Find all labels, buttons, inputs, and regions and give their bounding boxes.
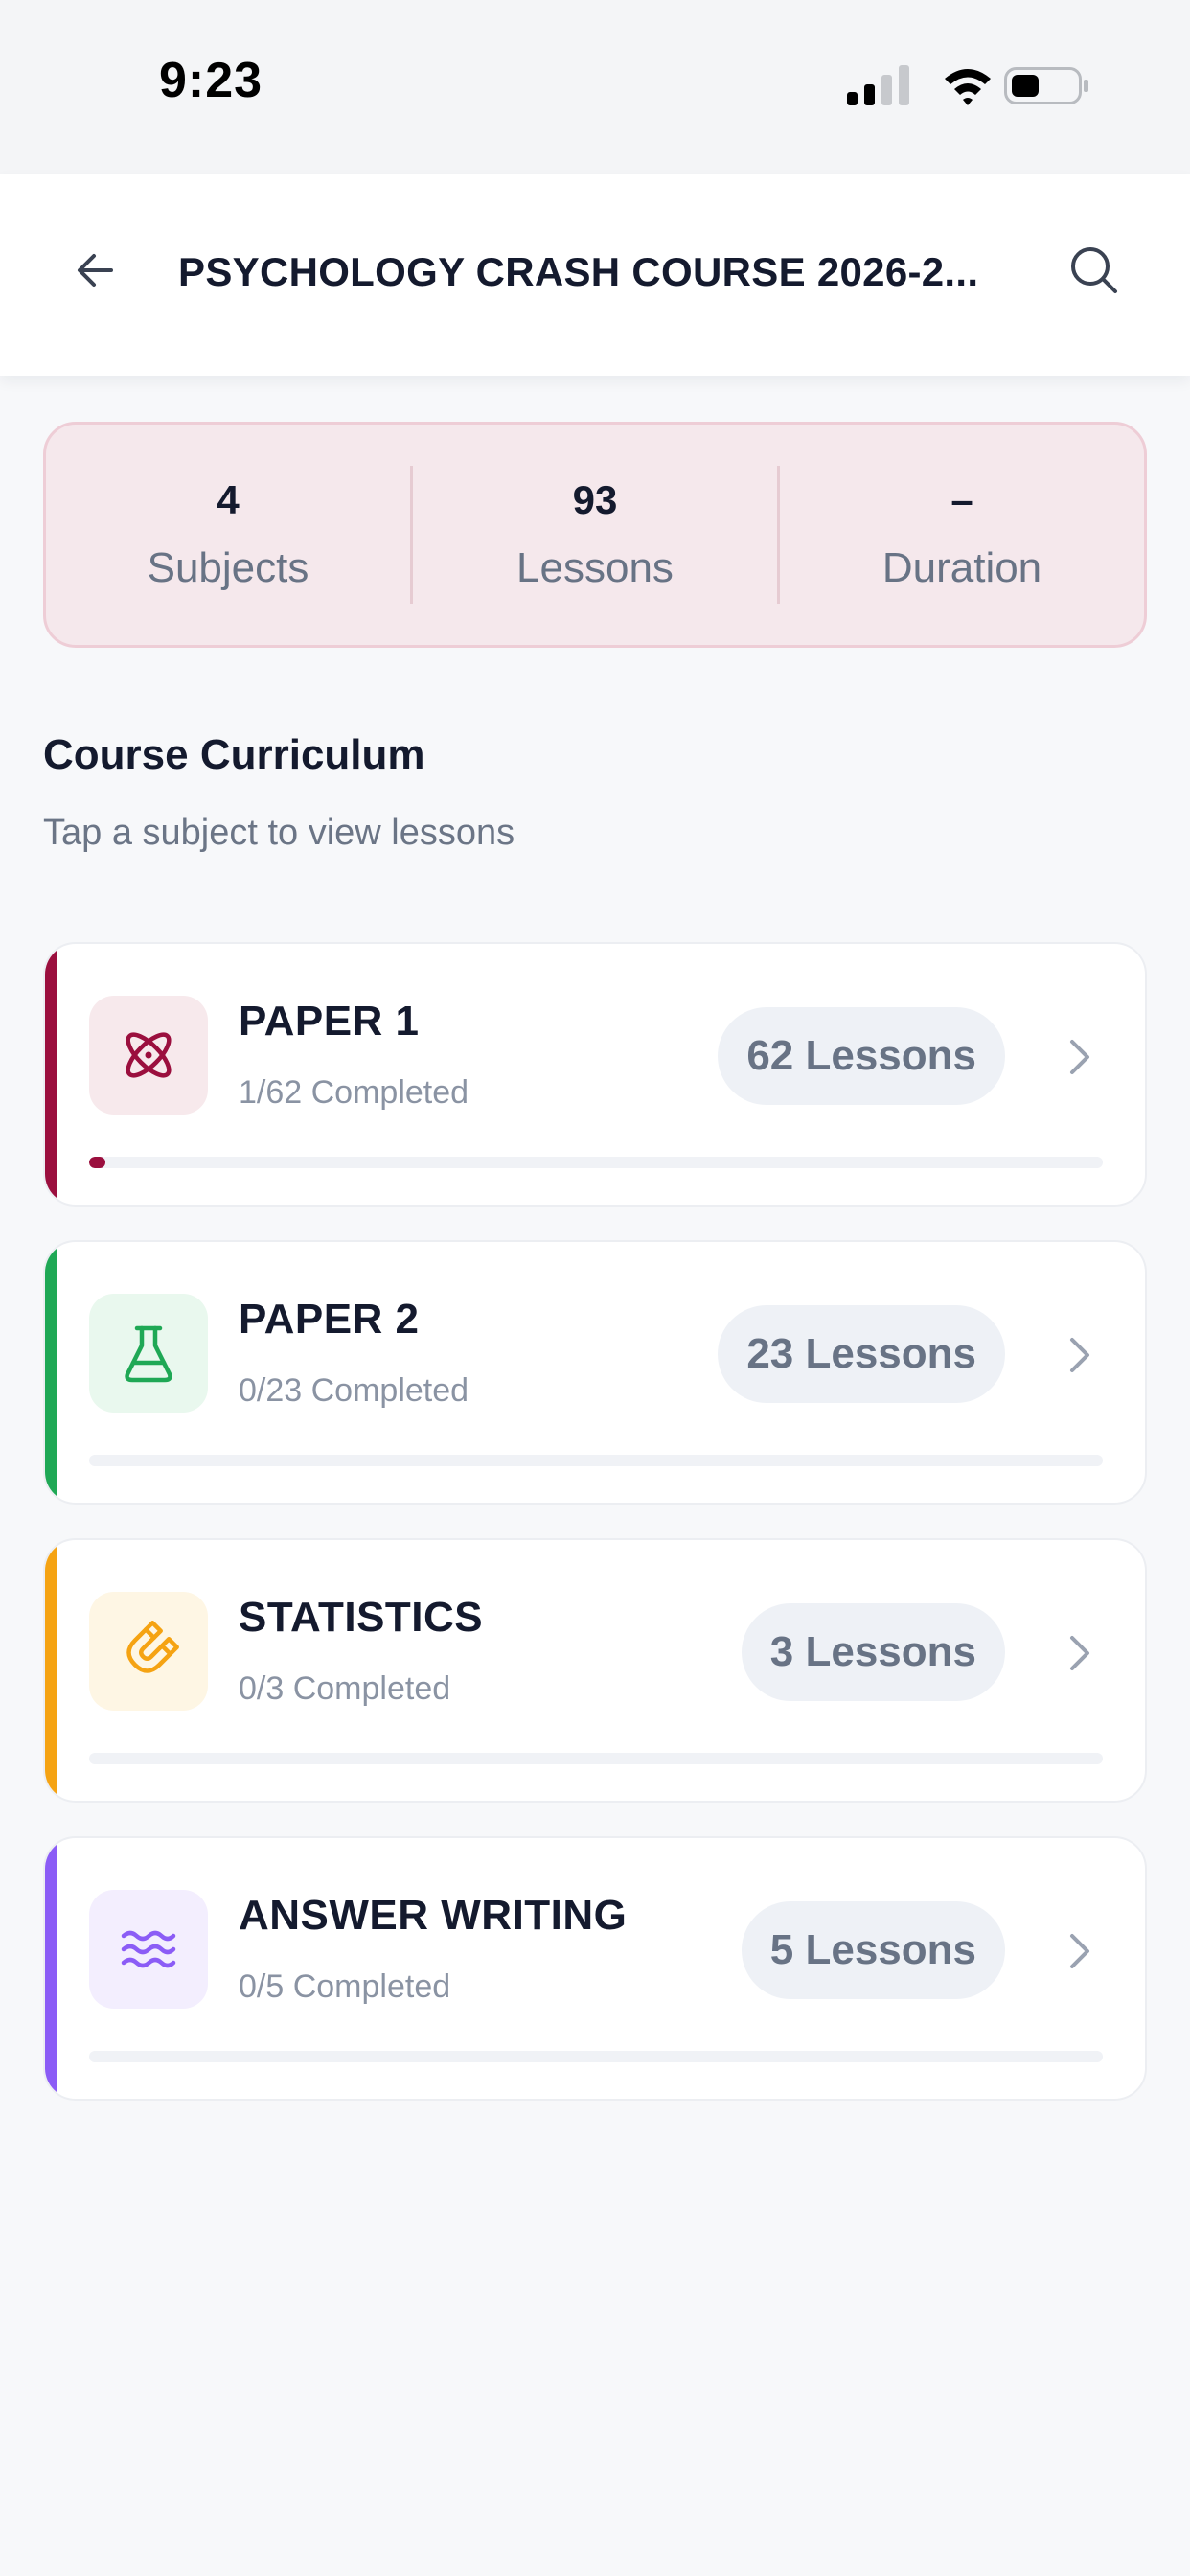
- arrow-left-icon: [78, 254, 113, 287]
- progress-bar: [89, 1753, 1103, 1764]
- stat-subjects: 4 Subjects: [46, 425, 410, 645]
- subject-name: PAPER 2: [239, 1296, 420, 1343]
- subject-icon-container: [89, 1294, 208, 1413]
- progress-bar: [89, 2051, 1103, 2062]
- lessons-count-badge: 3 Lessons: [741, 1603, 1005, 1701]
- progress-fill: [89, 1157, 105, 1168]
- subject-progress-text: 0/5 Completed: [239, 1968, 451, 2005]
- chevron-right-icon: [1061, 1036, 1099, 1078]
- subject-card-answer-writing[interactable]: ANSWER WRITING 0/5 Completed 5 Lessons: [43, 1836, 1147, 2101]
- chevron-right-icon: [1061, 1632, 1099, 1674]
- subject-icon-container: [89, 1890, 208, 2009]
- subject-card-paper-1[interactable]: PAPER 1 1/62 Completed 62 Lessons: [43, 942, 1147, 1207]
- search-button[interactable]: [1058, 234, 1131, 307]
- status-bar: 9:23: [0, 0, 1190, 174]
- card-accent: [45, 1242, 57, 1503]
- subject-progress-text: 1/62 Completed: [239, 1074, 469, 1111]
- course-stats-card: 4 Subjects 93 Lessons – Duration: [43, 422, 1147, 648]
- atom-icon: [126, 1032, 172, 1078]
- magnet-icon: [126, 1621, 179, 1673]
- status-icons: [841, 61, 1090, 109]
- lessons-count-badge: 23 Lessons: [718, 1305, 1005, 1403]
- stat-label: Subjects: [147, 544, 309, 591]
- subject-card-paper-2[interactable]: PAPER 2 0/23 Completed 23 Lessons: [43, 1240, 1147, 1505]
- stat-value: –: [950, 477, 973, 522]
- lessons-count-badge: 5 Lessons: [741, 1901, 1005, 1999]
- search-icon: [1071, 247, 1117, 293]
- chevron-right-icon: [1061, 1930, 1099, 1972]
- subject-name: STATISTICS: [239, 1594, 484, 1641]
- cellular-signal-icon: [847, 65, 909, 105]
- subject-progress-text: 0/23 Completed: [239, 1372, 469, 1409]
- card-accent: [45, 944, 57, 1205]
- status-time: 9:23: [159, 53, 263, 108]
- curriculum-title: Course Curriculum: [43, 731, 425, 778]
- battery-icon: [1004, 67, 1088, 104]
- chevron-right-icon: [1061, 1334, 1099, 1376]
- subject-name: ANSWER WRITING: [239, 1892, 628, 1939]
- stat-value: 4: [217, 477, 240, 522]
- app-header: PSYCHOLOGY CRASH COURSE 2026-2...: [0, 174, 1190, 376]
- subject-icon-container: [89, 1592, 208, 1711]
- stat-value: 93: [572, 477, 618, 522]
- progress-bar: [89, 1157, 1103, 1168]
- stat-label: Duration: [881, 544, 1042, 591]
- page-title: PSYCHOLOGY CRASH COURSE 2026-2...: [178, 249, 979, 294]
- card-accent: [45, 1838, 57, 2099]
- stat-label: Lessons: [516, 544, 674, 591]
- subject-name: PAPER 1: [239, 998, 420, 1045]
- subject-icon-container: [89, 996, 208, 1115]
- subject-progress-text: 0/3 Completed: [239, 1670, 451, 1707]
- card-accent: [45, 1540, 57, 1801]
- signal-wifi-battery-icons: [847, 65, 1088, 105]
- lessons-count-badge: 62 Lessons: [718, 1007, 1005, 1105]
- stat-duration: – Duration: [780, 425, 1144, 645]
- subject-card-statistics[interactable]: STATISTICS 0/3 Completed 3 Lessons: [43, 1538, 1147, 1803]
- progress-bar: [89, 1455, 1103, 1466]
- back-button[interactable]: [59, 234, 132, 307]
- curriculum-subtitle: Tap a subject to view lessons: [43, 813, 515, 853]
- wifi-icon: [945, 69, 991, 105]
- stat-lessons: 93 Lessons: [413, 425, 777, 645]
- flask-icon: [125, 1325, 172, 1383]
- waves-icon: [121, 1930, 176, 1968]
